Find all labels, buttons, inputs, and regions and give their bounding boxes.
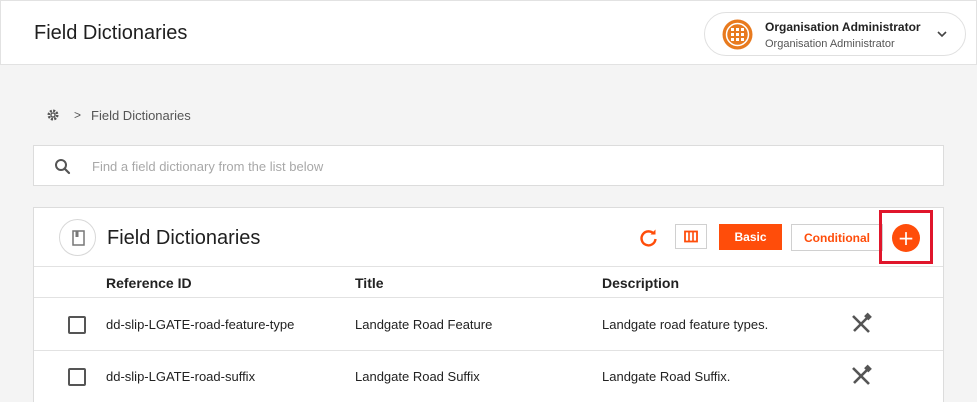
edit-tools-icon[interactable] bbox=[849, 312, 873, 336]
user-name: Organisation Administrator bbox=[765, 20, 921, 34]
refresh-icon[interactable] bbox=[638, 227, 660, 249]
panel-header: Field Dictionaries Basic Conditional + bbox=[34, 208, 943, 267]
column-description[interactable]: Description bbox=[602, 275, 679, 291]
breadcrumb-separator: > bbox=[74, 108, 82, 122]
table-header: Reference ID Title Description bbox=[34, 268, 943, 298]
add-button[interactable]: + bbox=[892, 224, 920, 252]
edit-tools-icon[interactable] bbox=[849, 364, 873, 388]
search-input[interactable] bbox=[92, 155, 912, 177]
panel-icon bbox=[59, 219, 96, 256]
columns-icon bbox=[684, 230, 698, 243]
row-checkbox[interactable] bbox=[68, 316, 86, 334]
columns-button[interactable] bbox=[675, 224, 707, 249]
description-cell: Landgate Road Suffix. bbox=[602, 369, 731, 384]
column-title[interactable]: Title bbox=[355, 275, 384, 291]
search-icon bbox=[55, 159, 71, 175]
title-cell: Landgate Road Feature bbox=[355, 317, 493, 332]
book-icon bbox=[72, 230, 85, 246]
field-dictionaries-panel: Field Dictionaries Basic Conditional + R… bbox=[33, 207, 944, 402]
search-bar bbox=[33, 145, 944, 186]
panel-title: Field Dictionaries bbox=[107, 227, 261, 249]
reference-id-cell: dd-slip-LGATE-road-suffix bbox=[106, 369, 256, 384]
user-menu[interactable]: Organisation Administrator Organisation … bbox=[704, 12, 966, 56]
table-row[interactable]: dd-slip-LGATE-road-feature-type Landgate… bbox=[34, 299, 943, 351]
table-row[interactable]: dd-slip-LGATE-road-suffix Landgate Road … bbox=[34, 351, 943, 402]
basic-button[interactable]: Basic bbox=[719, 224, 782, 250]
column-reference-id[interactable]: Reference ID bbox=[106, 275, 192, 291]
chevron-down-icon[interactable] bbox=[936, 28, 948, 40]
user-role: Organisation Administrator bbox=[765, 38, 895, 50]
settings-gear-icon[interactable] bbox=[46, 108, 60, 122]
reference-id-cell: dd-slip-LGATE-road-feature-type bbox=[106, 317, 295, 332]
page-title: Field Dictionaries bbox=[34, 22, 188, 44]
row-checkbox[interactable] bbox=[68, 368, 86, 386]
top-bar: Field Dictionaries Organisation Administ… bbox=[0, 0, 977, 65]
conditional-button[interactable]: Conditional bbox=[791, 224, 883, 251]
description-cell: Landgate road feature types. bbox=[602, 317, 769, 332]
breadcrumb: > Field Dictionaries bbox=[46, 106, 191, 124]
title-cell: Landgate Road Suffix bbox=[355, 369, 480, 384]
breadcrumb-current: Field Dictionaries bbox=[91, 107, 191, 123]
organisation-logo-icon bbox=[722, 19, 753, 50]
